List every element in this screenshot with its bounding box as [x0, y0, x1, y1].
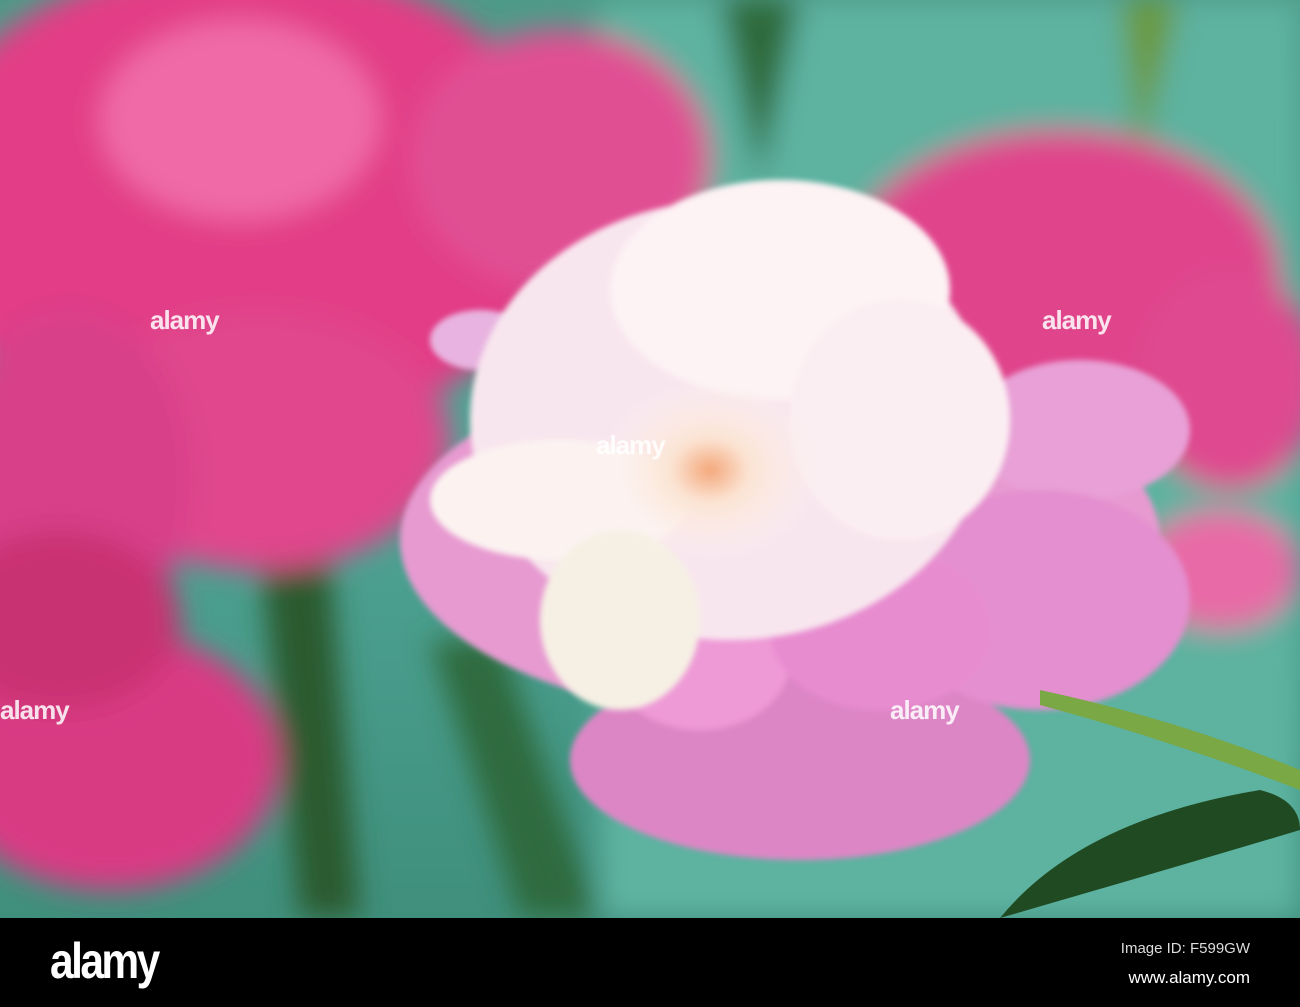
watermark: alamy: [596, 430, 666, 460]
footer-bar: alamy Image ID: F599GW www.alamy.com: [0, 918, 1300, 1007]
website-link[interactable]: www.alamy.com: [1128, 968, 1250, 988]
watermark: alamy: [1042, 305, 1112, 335]
alamy-logo: alamy: [50, 933, 160, 989]
watermark: alamy: [0, 695, 70, 725]
peony-photo: alamy alamy alamy alamy alamy: [0, 0, 1300, 918]
watermark: alamy: [890, 695, 960, 725]
image-id: Image ID: F599GW: [1120, 940, 1250, 957]
watermark: alamy: [150, 305, 220, 335]
